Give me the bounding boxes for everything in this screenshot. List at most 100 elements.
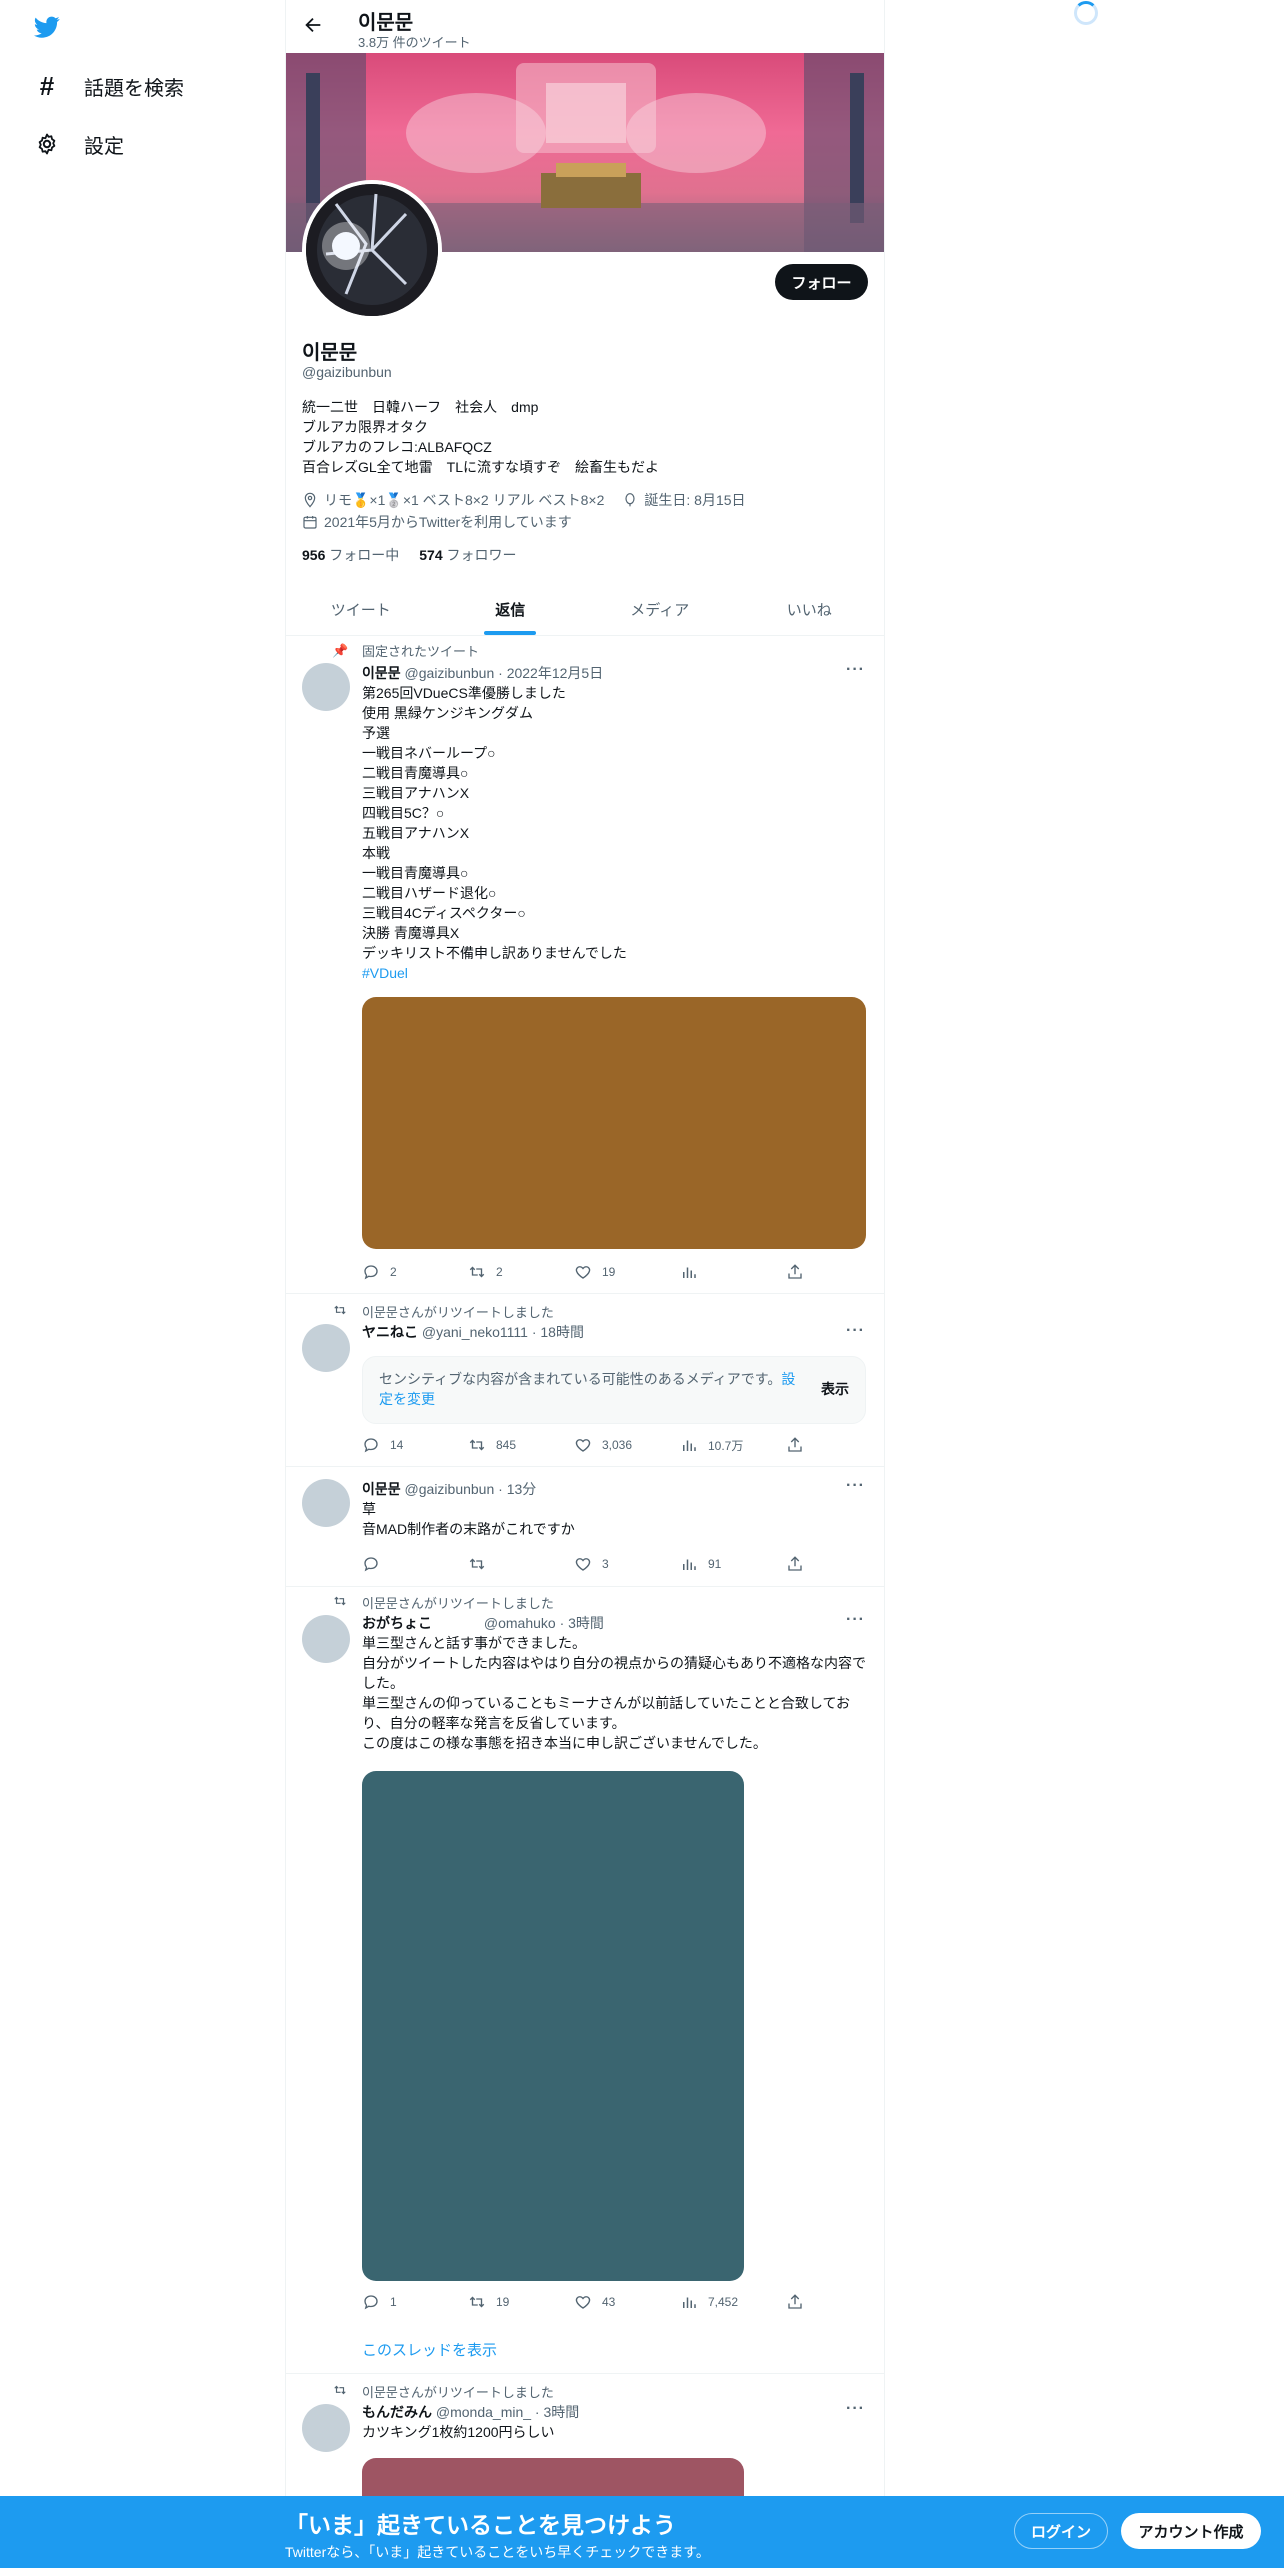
more-options-icon[interactable]: ··· xyxy=(846,1477,865,1495)
more-options-icon[interactable]: ··· xyxy=(846,1611,865,1629)
tab-tweets[interactable]: ツイート xyxy=(286,586,436,635)
main-column: 이문문 3.8万 件のツイート フォロー 이문문 @gaizibunbun 統一… xyxy=(285,0,885,2568)
retweet-context-icon xyxy=(332,2383,348,2400)
tweet-avatar[interactable] xyxy=(302,1479,350,1527)
retweet-button[interactable]: 845 xyxy=(468,1436,574,1454)
tweet-context: 이문문さんがリツイートしました xyxy=(334,2382,554,2401)
tweet-author-name[interactable]: ヤニねこ xyxy=(362,1324,418,1340)
more-options-icon[interactable]: ··· xyxy=(846,2400,865,2418)
tweet-header: 이문문 @gaizibunbun · 13分 xyxy=(362,1479,536,1499)
tweet-avatar[interactable] xyxy=(302,663,350,711)
views-button[interactable]: 10.7万 xyxy=(680,1436,786,1454)
back-arrow-icon[interactable] xyxy=(302,14,326,38)
more-options-icon[interactable]: ··· xyxy=(846,661,865,679)
reply-button[interactable]: 1 xyxy=(362,2293,468,2311)
nav-explore[interactable]: # 話題を検索 xyxy=(34,66,184,106)
bar-chart-icon xyxy=(683,2297,696,2308)
tweet-context: 📌 固定されたツイート xyxy=(332,642,480,660)
profile-meta-row: リモ🥇×1🥈×1 ベスト8×2 リアル ベスト8×2 誕生日: 8月15日 xyxy=(302,490,746,510)
heart-icon xyxy=(575,1439,591,1452)
followers-count: 574 xyxy=(419,547,443,563)
retweet-button[interactable]: 2 xyxy=(468,1263,574,1281)
share-button[interactable] xyxy=(786,2293,892,2311)
views-button[interactable] xyxy=(680,1263,786,1281)
profile-avatar[interactable] xyxy=(302,180,442,320)
calendar-icon xyxy=(303,516,317,529)
tweet-handle-time[interactable]: @omahuko · 3時間 xyxy=(484,1615,604,1631)
tweet-media[interactable] xyxy=(362,1771,744,2281)
twitter-logo-icon[interactable] xyxy=(32,14,64,42)
reply-button[interactable]: 14 xyxy=(362,1436,468,1454)
login-button[interactable]: ログイン xyxy=(1014,2513,1108,2549)
tweet-text: 草 音MAD制作者の末路がこれですか xyxy=(362,1501,575,1537)
retweet-button[interactable]: 19 xyxy=(468,2293,574,2311)
retweet-icon xyxy=(469,1266,485,1278)
profile-joined: 2021年5月からTwitterを利用しています xyxy=(324,514,572,530)
tab-likes[interactable]: いいね xyxy=(735,586,885,635)
retweet-context-icon xyxy=(332,1594,348,1611)
tweet-actions: 1 19 43 7,452 xyxy=(362,2293,892,2311)
followers-link[interactable]: 574 フォロワー xyxy=(419,545,516,565)
heart-icon xyxy=(575,2296,591,2309)
share-icon xyxy=(788,1264,802,1279)
following-link[interactable]: 956 フォロー中 xyxy=(302,545,399,565)
tweet-handle-time[interactable]: @gaizibunbun · 2022年12月5日 xyxy=(405,665,604,681)
tab-media[interactable]: メディア xyxy=(585,586,735,635)
tweet-handle-time[interactable]: @gaizibunbun · 13分 xyxy=(405,1481,537,1497)
tweet-handle-time[interactable]: @monda_min_ · 3時間 xyxy=(436,2404,579,2420)
tweet-avatar[interactable] xyxy=(302,2404,350,2452)
header-tweet-count: 3.8万 件のツイート xyxy=(358,35,471,50)
views-button[interactable]: 7,452 xyxy=(680,2293,786,2311)
reply-button[interactable]: 2 xyxy=(362,1263,468,1281)
hashtag-icon: # xyxy=(39,70,55,101)
share-button[interactable] xyxy=(786,1555,892,1573)
like-button[interactable]: 19 xyxy=(574,1263,680,1281)
profile-bio: 統一二世 日韓ハーフ 社会人 dmp ブルアカ限界オタク ブルアカのフレコ:AL… xyxy=(302,399,660,475)
show-media-button[interactable]: 表示 xyxy=(821,1379,849,1399)
retweet-button[interactable] xyxy=(468,1555,574,1573)
location-icon xyxy=(304,492,316,508)
tweet-author-name[interactable]: 이문문 xyxy=(362,1481,401,1497)
share-icon xyxy=(788,2294,802,2309)
tweet-pinned[interactable]: 📌 固定されたツイート 이문문 @gaizibunbun · 2022年12月5… xyxy=(286,637,884,1294)
profile-location: リモ🥇×1🥈×1 ベスト8×2 リアル ベスト8×2 xyxy=(324,492,605,508)
share-button[interactable] xyxy=(786,1436,892,1454)
tweet-hashtag[interactable]: #VDuel xyxy=(362,963,872,983)
followers-label: フォロワー xyxy=(446,547,517,563)
tab-replies[interactable]: 返信 xyxy=(436,586,586,635)
tweet-avatar[interactable] xyxy=(302,1615,350,1663)
tweet-handle-time[interactable]: @yani_neko1111 · 18時間 xyxy=(422,1324,584,1340)
tweet-author-name[interactable]: おがちょこ xyxy=(362,1615,432,1631)
balloon-icon xyxy=(625,493,635,507)
tweet-own[interactable]: 이문문 @gaizibunbun · 13分 ··· 草 音MAD制作者の末路が… xyxy=(286,1467,884,1587)
following-label: フォロー中 xyxy=(329,547,400,563)
tweet-media[interactable] xyxy=(362,997,866,1249)
gear-icon xyxy=(34,131,60,157)
like-button[interactable]: 3,036 xyxy=(574,1436,680,1454)
show-thread-link[interactable]: このスレッドを表示 xyxy=(362,2339,497,2360)
retweet-icon xyxy=(469,1558,485,1570)
tweet-retweeted-apology[interactable]: 이문문さんがリツイートしました おがちょこ @omahuko · 3時間 ···… xyxy=(286,1587,884,2374)
like-button[interactable]: 43 xyxy=(574,2293,680,2311)
tweet-avatar[interactable] xyxy=(302,1324,350,1372)
tweet-header: おがちょこ @omahuko · 3時間 xyxy=(362,1613,604,1633)
tweet-retweeted-sensitive[interactable]: 이문문さんがリツイートしました ヤニねこ @yani_neko1111 · 18… xyxy=(286,1294,884,1467)
views-button[interactable]: 91 xyxy=(680,1555,786,1573)
more-options-icon[interactable]: ··· xyxy=(846,1322,865,1340)
signup-button[interactable]: アカウント作成 xyxy=(1121,2513,1261,2549)
tweet-actions: 14 845 3,036 10.7万 xyxy=(362,1436,892,1454)
nav-settings[interactable]: 設定 xyxy=(34,124,124,164)
like-button[interactable]: 3 xyxy=(574,1555,680,1573)
tweet-text: 単三型さんと話す事ができました。 自分がツイートした内容はやはり自分の視点からの… xyxy=(362,1635,866,1751)
share-icon xyxy=(788,1556,802,1571)
tweet-author-name[interactable]: 이문문 xyxy=(362,665,401,681)
signup-banner: 「いま」起きていることを見つけよう Twitterなら、「いま」起きていることを… xyxy=(0,2496,1284,2568)
reply-button[interactable] xyxy=(362,1555,468,1573)
tweet-author-name[interactable]: もんだみん xyxy=(362,2404,432,2420)
retweet-icon xyxy=(469,2296,485,2308)
tweet-retweeted-katsuking[interactable]: 이문문さんがリツイートしました もんだみん @monda_min_ · 3時間 … xyxy=(286,2374,884,2518)
follow-button[interactable]: フォロー xyxy=(775,264,868,300)
nav-explore-label: 話題を検索 xyxy=(84,77,184,100)
share-button[interactable] xyxy=(786,1263,892,1281)
sensitive-text: センシティブな内容が含まれている可能性のあるメディアです。 xyxy=(379,1371,782,1387)
